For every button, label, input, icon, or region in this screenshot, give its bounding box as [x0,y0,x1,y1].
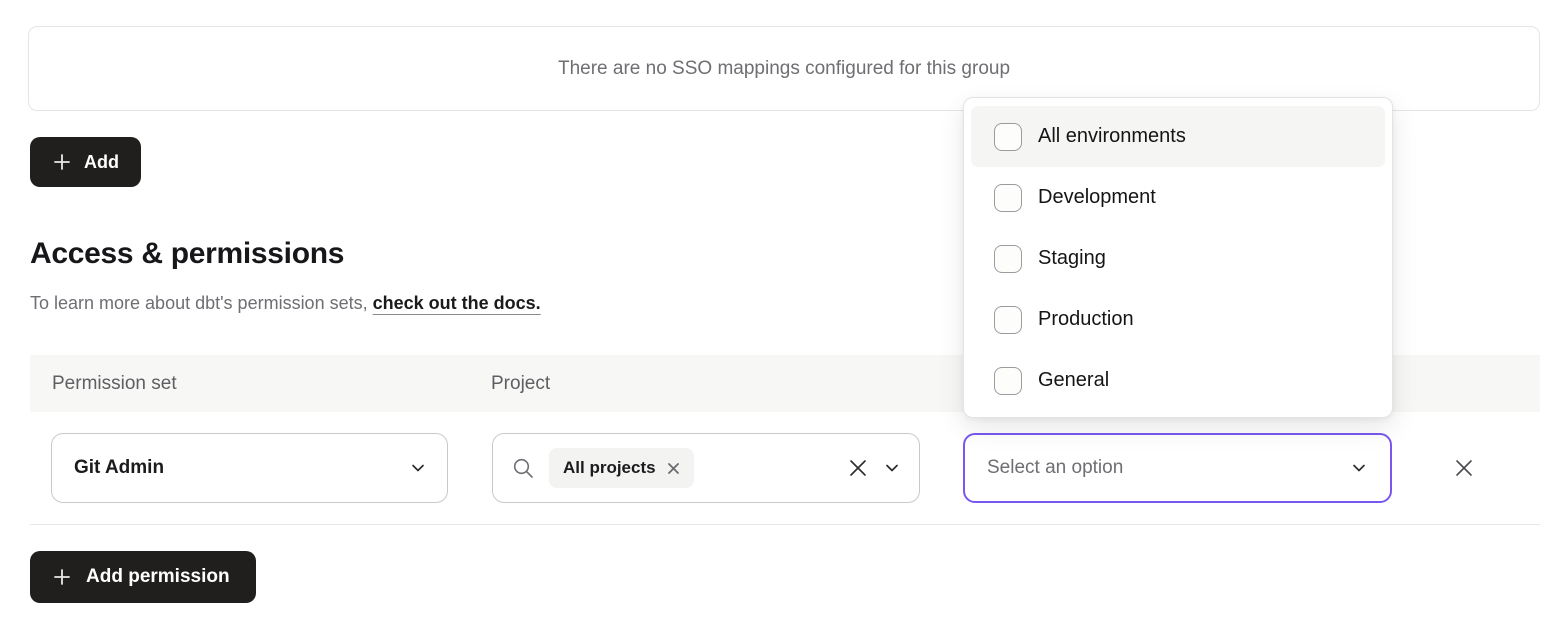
environment-placeholder: Select an option [987,457,1123,479]
plus-icon [52,152,72,172]
dropdown-option-label: Staging [1038,247,1106,270]
dropdown-option-general[interactable]: General [971,350,1385,411]
chevron-down-icon[interactable] [1350,459,1368,477]
page: There are no SSO mappings configured for… [0,0,1560,628]
permissions-description: To learn more about dbt's permission set… [30,293,541,314]
checkbox[interactable] [994,184,1022,212]
checkbox[interactable] [994,306,1022,334]
dropdown-option-label: Development [1038,186,1156,209]
environment-dropdown: All environments Development Staging Pro… [963,97,1393,418]
column-header-permission-set: Permission set [52,373,177,395]
remove-tag-icon[interactable] [667,462,680,475]
plus-icon [52,567,72,587]
permission-set-value: Git Admin [74,457,164,479]
clear-selection-icon[interactable] [847,457,869,479]
search-icon [511,456,535,480]
add-permission-button[interactable]: Add permission [30,551,256,603]
environment-select[interactable]: Select an option [963,433,1392,503]
project-multiselect[interactable]: All projects [492,433,920,503]
checkbox[interactable] [994,123,1022,151]
dropdown-option-all-environments[interactable]: All environments [971,106,1385,167]
close-icon [1452,456,1476,480]
description-text: To learn more about dbt's permission set… [30,293,373,313]
add-sso-mapping-button[interactable]: Add [30,137,141,187]
chevron-down-icon[interactable] [883,459,901,477]
dropdown-option-development[interactable]: Development [971,167,1385,228]
column-header-project: Project [491,373,550,395]
checkbox[interactable] [994,245,1022,273]
chevron-down-icon[interactable] [409,459,427,477]
dropdown-option-production[interactable]: Production [971,289,1385,350]
page-title: Access & permissions [30,237,344,271]
add-permission-label: Add permission [86,566,230,588]
dropdown-option-staging[interactable]: Staging [971,228,1385,289]
dropdown-option-label: All environments [1038,125,1186,148]
dropdown-option-label: Production [1038,308,1134,331]
checkbox[interactable] [994,367,1022,395]
dropdown-option-label: General [1038,369,1109,392]
permission-row: Git Admin All projects [30,412,1540,525]
add-button-label: Add [84,152,119,173]
docs-link[interactable]: check out the docs. [373,293,541,313]
selected-project-tag: All projects [549,448,694,488]
remove-row-button[interactable] [1446,450,1482,486]
permission-set-select[interactable]: Git Admin [51,433,448,503]
project-tag-label: All projects [563,458,656,478]
sso-empty-message: There are no SSO mappings configured for… [558,58,1010,80]
